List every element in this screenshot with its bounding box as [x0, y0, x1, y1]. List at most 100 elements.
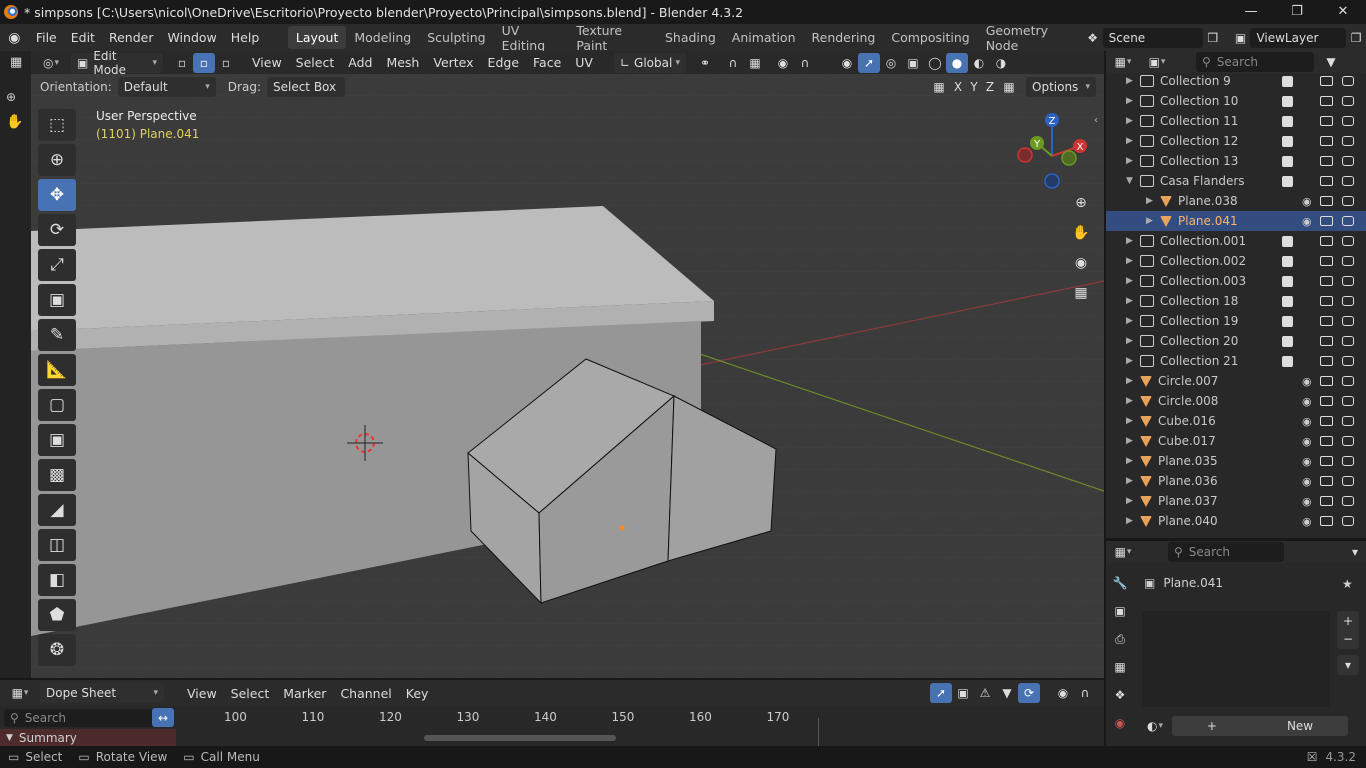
menu-edge[interactable]: Edge [481, 55, 526, 70]
camera-icon[interactable] [1342, 216, 1354, 226]
show-hidden-icon[interactable]: ▣ [952, 683, 974, 703]
tab-rendering[interactable]: Rendering [804, 26, 884, 49]
outliner-row[interactable]: ▶ Cube.017 ◉ [1106, 431, 1366, 451]
camera-icon[interactable] [1342, 396, 1354, 406]
extrude-tool-icon[interactable]: ▣ [38, 424, 76, 456]
monitor-icon[interactable] [1320, 196, 1333, 206]
render-tab-icon[interactable]: ▣ [1109, 601, 1131, 621]
expand-arrow-icon[interactable]: ▶ [1126, 476, 1140, 486]
menu-window[interactable]: Window [160, 30, 223, 45]
camera-icon[interactable] [1342, 316, 1354, 326]
camera-icon[interactable] [1342, 276, 1354, 286]
expand-arrow-icon[interactable]: ▶ [1126, 456, 1140, 466]
camera-icon[interactable] [1342, 136, 1354, 146]
menu-uv[interactable]: UV [568, 55, 600, 70]
exclude-checkbox[interactable] [1282, 135, 1293, 147]
outliner-row[interactable]: ▶ Plane.040 ◉ [1106, 511, 1366, 531]
expand-arrow-icon[interactable]: ▶ [1126, 336, 1140, 346]
expand-arrow-icon[interactable]: ▶ [1146, 196, 1160, 206]
drag-dropdown[interactable]: Select Box [266, 77, 345, 97]
close-button[interactable]: ✕ [1320, 0, 1366, 24]
edge-select-icon[interactable]: ▫ [193, 52, 215, 73]
overlay-toggle-icon[interactable]: ◎ [880, 53, 902, 73]
outliner-row[interactable]: ▶ Collection 9 [1106, 71, 1366, 91]
outliner-row[interactable]: ▶ Plane.038 ◉ [1106, 191, 1366, 211]
monitor-icon[interactable] [1320, 496, 1333, 506]
material-browse-icon[interactable]: ◐ ▾ [1144, 716, 1166, 736]
menu-help[interactable]: Help [224, 30, 267, 45]
outliner-search-input[interactable]: ⚲ Search [1196, 52, 1314, 72]
eye-icon[interactable]: ◉ [1302, 215, 1312, 228]
pivot-icon[interactable]: ⚭ [694, 53, 716, 73]
monitor-icon[interactable] [1320, 396, 1333, 406]
monitor-icon[interactable] [1320, 216, 1333, 226]
exclude-checkbox[interactable] [1282, 295, 1293, 307]
rendered-shading-icon[interactable]: ◑ [990, 53, 1012, 73]
camera-icon[interactable] [1342, 176, 1354, 186]
expand-arrow-icon[interactable]: ▶ [1126, 236, 1140, 246]
bevel-tool-icon[interactable]: ◢ [38, 494, 76, 526]
camera-icon[interactable] [1342, 156, 1354, 166]
monitor-icon[interactable] [1320, 516, 1333, 526]
tab-layout[interactable]: Layout [287, 26, 347, 49]
cursor-tool-icon[interactable]: ⊕ [38, 144, 76, 176]
eye-icon[interactable]: ◉ [1302, 515, 1312, 528]
dope-falloff-icon[interactable]: ∩ [1074, 683, 1096, 703]
monitor-icon[interactable] [1320, 76, 1333, 86]
outliner-row[interactable]: ▶ Collection 18 [1106, 291, 1366, 311]
camera-icon[interactable] [1342, 96, 1354, 106]
new-view-layer-icon[interactable]: ❐ [1346, 28, 1366, 48]
outliner-row[interactable]: ▶ Collection.002 [1106, 251, 1366, 271]
editor-type-dropdown[interactable]: ◎ ▾ [31, 53, 71, 73]
face-select-icon[interactable]: ▫ [215, 53, 237, 73]
expand-arrow-icon[interactable]: ▶ [1126, 136, 1140, 146]
measure-tool-icon[interactable]: 📐 [38, 354, 76, 386]
ortho-grid-icon[interactable]: ▦ [1069, 281, 1093, 305]
loop-cut-tool-icon[interactable]: ◫ [38, 529, 76, 561]
monitor-icon[interactable] [1320, 336, 1333, 346]
outliner-row[interactable]: ▶ Collection.001 [1106, 231, 1366, 251]
outliner-row[interactable]: ▶ Plane.037 ◉ [1106, 491, 1366, 511]
pin-scene-icon[interactable]: ❐ [1203, 28, 1223, 48]
pin-icon[interactable]: ★ [1342, 577, 1353, 591]
view-layer-icon[interactable]: ▣ [1231, 28, 1251, 48]
exclude-checkbox[interactable] [1282, 115, 1293, 127]
monitor-icon[interactable] [1320, 456, 1333, 466]
summary-expand-icon[interactable]: ▼ [6, 733, 13, 743]
menu-vertex[interactable]: Vertex [426, 55, 480, 70]
mode-dropdown[interactable]: ▣ Edit Mode ▾ [71, 51, 163, 77]
view-layer-selector[interactable]: ViewLayer [1250, 27, 1347, 48]
exclude-checkbox[interactable] [1282, 335, 1293, 347]
xray-icon[interactable]: ▣ [902, 53, 924, 73]
outliner-row[interactable]: ▶ Circle.008 ◉ [1106, 391, 1366, 411]
scene-icon[interactable]: ❖ [1083, 28, 1103, 48]
vertex-select-icon[interactable]: ▫ [171, 53, 193, 73]
collapse-arrow-icon[interactable]: ▼ [1126, 176, 1140, 186]
horizontal-scrollbar[interactable] [424, 735, 616, 741]
exclude-checkbox[interactable] [1282, 175, 1293, 187]
expand-arrow-icon[interactable]: ▶ [1126, 296, 1140, 306]
new-material-button[interactable]: + New [1172, 716, 1348, 736]
scene-tab-icon[interactable]: ❖ [1109, 685, 1131, 705]
camera-icon[interactable] [1342, 376, 1354, 386]
camera-icon[interactable] [1342, 196, 1354, 206]
tab-shading[interactable]: Shading [657, 26, 724, 49]
material-shading-icon[interactable]: ◐ [968, 53, 990, 73]
expand-arrow-icon[interactable]: ▶ [1126, 496, 1140, 506]
expand-arrow-icon[interactable]: ▶ [1126, 516, 1140, 526]
monitor-icon[interactable] [1320, 316, 1333, 326]
view-layer-tab-icon[interactable]: ▦ [1109, 657, 1131, 677]
menu-select[interactable]: Select [289, 55, 342, 70]
timeline-ruler[interactable]: 100 110 120 130 140 150 160 170 [180, 708, 1080, 726]
poly-build-tool-icon[interactable]: ⬟ [38, 599, 76, 631]
transform-tool-icon[interactable]: ▣ [38, 284, 76, 316]
tab-sculpting[interactable]: Sculpting [419, 26, 493, 49]
camera-icon[interactable] [1342, 476, 1354, 486]
scale-tool-icon[interactable]: ⤢ [38, 249, 76, 281]
monitor-icon[interactable] [1320, 296, 1333, 306]
exclude-checkbox[interactable] [1282, 95, 1293, 107]
exclude-checkbox[interactable] [1282, 255, 1293, 267]
gizmo-toggle-icon[interactable]: ➚ [857, 52, 880, 73]
camera-icon[interactable] [1342, 336, 1354, 346]
expand-arrow-icon[interactable]: ▶ [1126, 436, 1140, 446]
